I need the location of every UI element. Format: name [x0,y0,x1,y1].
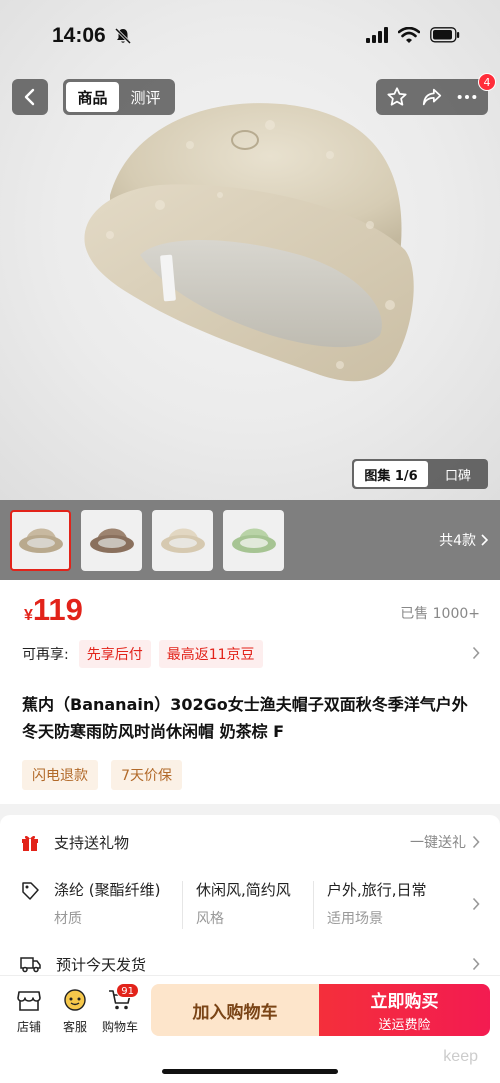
home-indicator[interactable] [162,1069,338,1074]
bell-off-icon [114,27,132,45]
service-tag-fast-refund[interactable]: 闪电退款 [22,760,98,790]
variant-thumbnail-strip: 共4款 [0,500,500,580]
chevron-right-icon [472,646,480,660]
hat-thumbnail-image [18,528,63,553]
customer-service-button[interactable]: 客服 [55,988,95,1035]
variant-count[interactable]: 共4款 [439,530,488,550]
attribute-material: 涤纶 (聚酯纤维) 材质 [54,879,160,928]
product-image-area[interactable]: 14:06 商品 测评 4 图集 1/6 口碑 [0,0,500,500]
gallery-reviews-tab[interactable]: 口碑 [428,465,488,484]
customer-service-label: 客服 [62,1020,87,1034]
divider [182,881,183,929]
gift-action[interactable]: 一键送礼 [410,832,480,852]
chevron-left-icon [24,88,35,106]
buy-now-sublabel: 送运费险 [378,1018,431,1033]
bottom-action-bar: 店铺 客服 91 购物车 加入购物车 立即购买 送运费险 keep [0,975,500,1083]
sold-count: 已售 1000+ [400,606,480,622]
thumbnail-variant-3[interactable] [152,509,213,571]
status-bar: 14:06 [0,0,500,70]
watermark: keep [443,1048,478,1065]
attribute-value: 涤纶 (聚酯纤维) [54,881,161,899]
back-button[interactable] [12,79,48,115]
customer-service-icon [64,989,86,1011]
chevron-right-icon [481,534,488,546]
gift-action-label: 一键送礼 [410,835,466,851]
currency-symbol: ¥ [24,607,33,624]
hat-thumbnail-image [231,528,276,553]
shipping-row[interactable]: 预计今天发货 [20,951,480,977]
chevron-right-icon [472,835,480,849]
cart-button[interactable]: 91 购物车 [100,983,140,1035]
perks-label: 可再享: [22,647,69,663]
attributes-row[interactable]: 涤纶 (聚酯纤维) 材质 休闲风,简约风 风格 户外,旅行,日常 适用场景 [20,875,480,935]
gift-row[interactable]: 支持送礼物 一键送礼 [20,829,480,855]
attribute-key: 材质 [54,911,82,927]
buy-now-label: 立即购买 [370,992,439,1012]
gallery-switch[interactable]: 图集 1/6 口碑 [352,459,488,489]
shipping-label: 预计今天发货 [56,955,147,974]
hat-thumbnail-image [160,528,205,553]
product-info-card: 支持送礼物 一键送礼 涤纶 (聚酯纤维) 材质 休闲风,简约风 风格 户外,旅行… [0,815,500,990]
battery-icon [430,27,460,43]
gift-icon [22,835,38,851]
cart-label: 购物车 [101,1020,138,1034]
perk-jd-beans: 最高返11京豆 [158,640,263,668]
wifi-icon [398,27,420,43]
add-to-cart-button[interactable]: 加入购物车 [151,984,319,1036]
cellular-signal-icon [366,27,388,43]
chevron-right-icon [472,897,480,911]
truck-icon [20,957,41,973]
product-title[interactable]: 蕉内（Bananain）302Go女士渔夫帽子双面秋冬季洋气户外冬天防寒雨防风时… [22,691,482,745]
store-label: 店铺 [16,1020,41,1034]
price: ¥119 [24,592,83,628]
store-button[interactable]: 店铺 [9,988,49,1035]
product-hat-image [84,103,414,382]
attribute-value: 户外,旅行,日常 [327,881,427,899]
attribute-style: 休闲风,简约风 风格 [196,879,291,928]
tag-icon [22,882,39,900]
service-tags: 闪电退款 7天价保 [22,760,190,790]
attribute-scene: 户外,旅行,日常 适用场景 [327,879,427,928]
perks-row[interactable]: 可再享: 先享后付 最高返11京豆 [22,639,480,669]
price-value: 119 [32,592,83,627]
attribute-key: 适用场景 [327,911,383,927]
cart-count-badge: 91 [116,983,139,998]
thumbnail-variant-2[interactable] [81,509,142,571]
service-tag-price-protect[interactable]: 7天价保 [111,760,183,790]
more-options-icon[interactable] [456,86,478,108]
attribute-key: 风格 [196,911,224,927]
gift-label: 支持送礼物 [54,833,130,852]
notification-badge: 4 [478,73,496,91]
store-icon [17,991,41,1011]
attribute-value: 休闲风,简约风 [196,881,291,899]
hat-thumbnail-image [89,528,134,553]
thumbnail-variant-1[interactable] [10,509,71,571]
thumbnail-variant-4[interactable] [223,509,284,571]
status-time: 14:06 [52,24,106,47]
divider [313,881,314,929]
gallery-album-tab[interactable]: 图集 1/6 [354,461,428,487]
variant-count-label: 共4款 [439,533,476,549]
perk-pay-later: 先享后付 [78,640,151,668]
buy-now-button[interactable]: 立即购买 送运费险 [319,984,490,1036]
chevron-right-icon [472,957,480,971]
